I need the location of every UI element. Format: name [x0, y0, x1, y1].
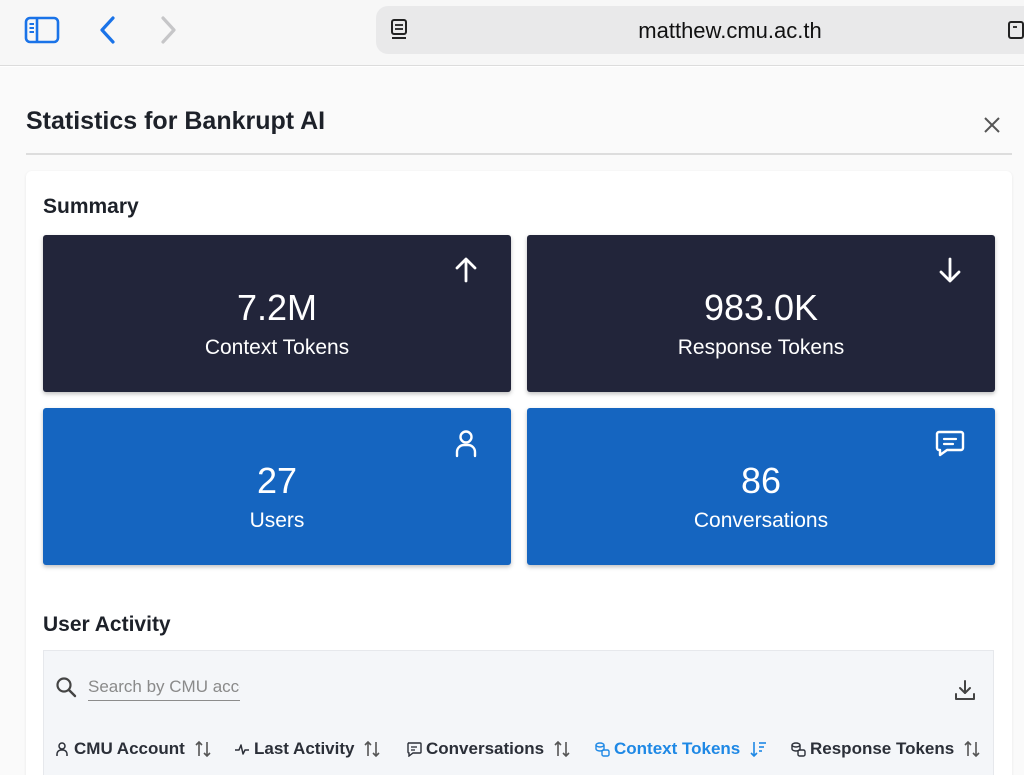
modal-title: Statistics for Bankrupt AI — [26, 107, 326, 135]
sidebar-icon — [24, 16, 60, 44]
chevron-left-icon — [100, 16, 115, 44]
column-label: Context Tokens — [614, 739, 741, 758]
card-label: Conversations — [693, 509, 829, 532]
download-button[interactable] — [952, 677, 978, 703]
column-header-last-activity[interactable]: Last Activity — [234, 739, 382, 759]
sidebar-toggle-button[interactable] — [22, 14, 62, 46]
card-value: 7.2M — [236, 287, 318, 328]
context-tokens-card: 7.2M Context Tokens — [43, 235, 511, 392]
users-card: 27 Users — [43, 408, 511, 565]
statistics-modal: Statistics for Bankrupt AI Summary 7.2M … — [0, 67, 1024, 775]
browser-toolbar: matthew.cmu.ac.th — [0, 0, 1024, 66]
user-icon — [56, 742, 68, 756]
title-divider — [26, 153, 1012, 155]
back-button[interactable] — [92, 12, 124, 48]
url-text: matthew.cmu.ac.th — [638, 18, 822, 43]
statistics-panel: Summary 7.2M Context Tokens 983.0K Respo… — [26, 171, 1012, 775]
chat-icon — [935, 430, 965, 457]
user-icon — [455, 430, 477, 458]
reader-icon[interactable] — [1006, 18, 1024, 42]
column-label: Conversations — [426, 739, 545, 758]
sort-icon — [195, 740, 211, 758]
response-tokens-card: 983.0K Response Tokens — [527, 235, 995, 392]
activity-icon — [235, 744, 249, 755]
user-activity-table: CMU Account Last Activity — [43, 650, 994, 775]
sort-icon — [364, 740, 381, 758]
summary-title: Summary — [43, 195, 139, 218]
card-value: 86 — [740, 460, 782, 501]
forward-button[interactable] — [152, 12, 184, 48]
card-value: 983.0K — [703, 287, 819, 328]
card-value: 27 — [256, 460, 298, 501]
arrow-down-icon — [939, 257, 961, 283]
column-header-context-tokens[interactable]: Context Tokens — [594, 739, 768, 759]
column-header-response-tokens[interactable]: Response Tokens — [790, 739, 982, 759]
conversations-card: 86 Conversations — [527, 408, 995, 565]
search-icon — [56, 677, 77, 698]
card-label: Context Tokens — [204, 336, 350, 359]
arrow-up-icon — [455, 257, 477, 283]
coins-icon — [595, 742, 610, 757]
coins-icon — [791, 742, 806, 757]
close-button[interactable] — [978, 111, 1006, 139]
column-label: Response Tokens — [810, 739, 955, 758]
chat-icon — [407, 742, 422, 757]
column-header-conversations[interactable]: Conversations — [406, 739, 572, 759]
address-bar[interactable]: matthew.cmu.ac.th — [376, 6, 1024, 54]
column-header-cmu-account[interactable]: CMU Account — [54, 739, 213, 759]
download-icon — [955, 680, 975, 700]
card-label: Response Tokens — [677, 336, 845, 359]
user-activity-title: User Activity — [43, 613, 171, 636]
sort-descending-icon — [750, 742, 767, 758]
sort-icon — [554, 740, 570, 758]
column-label: CMU Account — [74, 739, 185, 758]
search-input[interactable] — [88, 673, 240, 701]
sort-icon — [964, 740, 980, 758]
card-label: Users — [249, 509, 305, 532]
column-label: Last Activity — [254, 739, 355, 758]
close-icon — [984, 117, 1000, 133]
chevron-right-icon — [161, 16, 176, 44]
